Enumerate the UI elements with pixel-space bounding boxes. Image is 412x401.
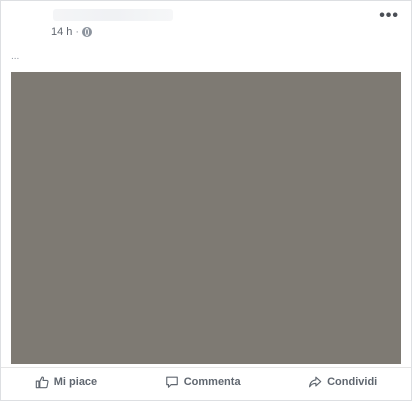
comment-button[interactable]: Commenta [165, 375, 241, 389]
author-name-redacted [53, 9, 173, 21]
more-options-button[interactable]: ••• [379, 7, 399, 25]
share-label: Condividi [327, 376, 378, 388]
share-arrow-icon [309, 376, 322, 388]
post-caption[interactable]: ... [11, 51, 19, 62]
post-header: 14 h · ••• [1, 1, 411, 61]
post-meta: 14 h · [51, 26, 93, 38]
share-button[interactable]: Condividi [308, 375, 377, 389]
meta-separator: · [75, 26, 80, 38]
like-label: Mi piace [53, 376, 98, 388]
post-timestamp[interactable]: 14 h [51, 26, 72, 38]
comment-label: Commenta [183, 376, 241, 388]
post-action-bar: Mi piace Commenta Condividi [1, 367, 411, 396]
like-button[interactable]: Mi piace [35, 375, 97, 389]
post-image[interactable] [11, 72, 401, 364]
post-card: 14 h · ••• ... Mi piace Commenta Condivi… [0, 0, 412, 401]
speech-bubble-icon [165, 376, 178, 388]
thumbs-up-icon [35, 376, 49, 389]
globe-icon [82, 27, 93, 37]
